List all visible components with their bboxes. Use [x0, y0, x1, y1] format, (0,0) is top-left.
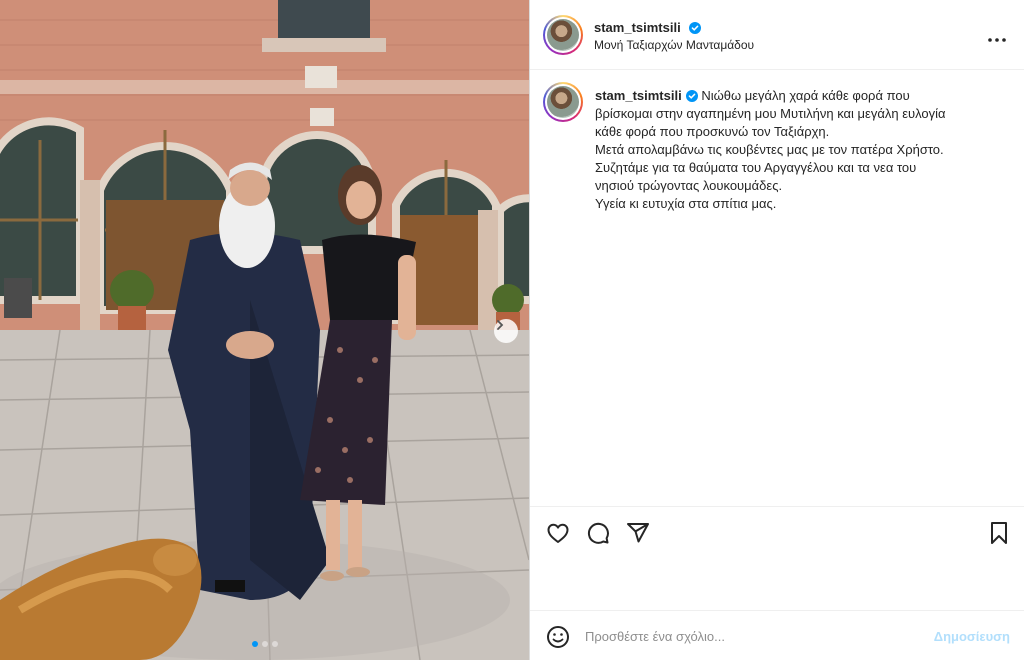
share-button[interactable] — [626, 521, 650, 550]
post-side-panel: stam_tsimtsili Μονή Ταξιαρχών Μανταμάδου… — [530, 0, 1024, 660]
username-link[interactable]: stam_tsimtsili — [594, 20, 681, 35]
emoji-button[interactable] — [546, 625, 570, 654]
verified-icon — [689, 22, 702, 34]
post-header: stam_tsimtsili Μονή Ταξιαρχών Μανταμάδου — [530, 0, 1024, 70]
save-button[interactable] — [988, 521, 1010, 550]
bookmark-icon — [991, 522, 1007, 544]
more-options-button[interactable] — [988, 27, 1006, 45]
caption-line: Συζητάμε για τα θαύματα του Αργαγγέλου κ… — [595, 160, 917, 175]
post-caption: stam_tsimtsili Νιώθω μεγάλη χαρά κάθε φο… — [530, 70, 1024, 506]
emoji-icon — [547, 626, 569, 648]
next-photo-button[interactable] — [494, 319, 518, 343]
carousel-dot — [251, 641, 258, 647]
comment-icon — [587, 522, 609, 544]
carousel-indicator — [0, 641, 529, 647]
comment-bar: Δημοσίευση — [530, 610, 1024, 660]
caption-avatar[interactable] — [543, 82, 583, 122]
post-actions — [530, 506, 1024, 610]
chevron-right-icon — [497, 320, 504, 330]
post-comment-button[interactable]: Δημοσίευση — [934, 629, 1010, 644]
location-link[interactable]: Μονή Ταξιαρχών Μανταμάδου — [594, 38, 754, 52]
caption-text: stam_tsimtsili Νιώθω μεγάλη χαρά κάθε φο… — [595, 87, 1015, 213]
heart-icon — [547, 523, 569, 543]
caption-line: βρίσκομαι στην αγαπημένη μου Μυτιλήνη κα… — [595, 106, 946, 121]
post-photo[interactable] — [0, 0, 529, 660]
photo-illustration — [0, 0, 529, 660]
caption-line: Νιώθω μεγάλη χαρά κάθε φορά που — [701, 88, 910, 103]
comment-button[interactable] — [586, 521, 610, 550]
caption-line: νησιού τρώγοντας λουκουμάδες. — [595, 178, 783, 193]
like-button[interactable] — [546, 521, 570, 550]
caption-line: κάθε φορά που προσκυνώ τον Ταξιάρχη. — [595, 124, 830, 139]
caption-username[interactable]: stam_tsimtsili — [595, 88, 682, 103]
avatar[interactable] — [543, 15, 583, 55]
more-icon — [988, 38, 1006, 42]
caption-line: Μετά απολαμβάνω τις κουβέντες μας με τον… — [595, 142, 944, 157]
carousel-dot — [261, 641, 268, 647]
caption-line: Υγεία κι ευτυχία στα σπίτια μας. — [595, 196, 777, 211]
carousel-dot — [271, 641, 278, 647]
verified-icon — [685, 90, 698, 102]
share-icon — [627, 523, 649, 543]
comment-input[interactable] — [585, 625, 915, 647]
